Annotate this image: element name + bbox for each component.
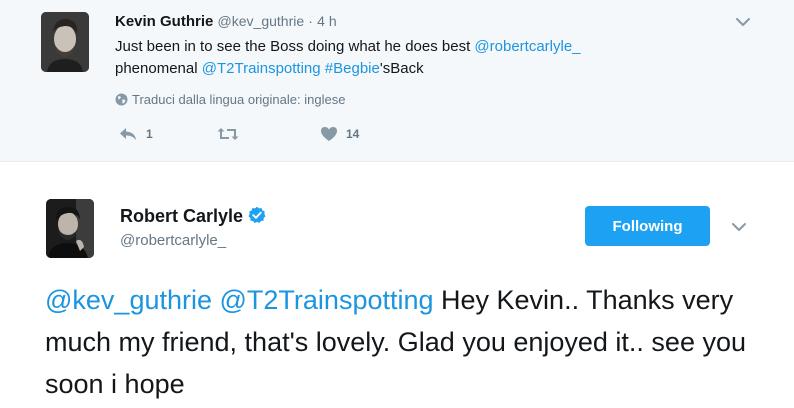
following-button[interactable]: Following	[585, 206, 710, 246]
author-name[interactable]: Robert Carlyle	[120, 206, 266, 229]
kevin-guthrie-avatar[interactable]	[41, 12, 89, 72]
heart-icon	[321, 127, 337, 141]
mention-link[interactable]: @T2Trainspotting	[202, 60, 321, 77]
chevron-down-icon[interactable]	[734, 15, 752, 29]
like-button[interactable]: 14	[320, 126, 359, 142]
separator-dot: ·	[308, 13, 313, 29]
like-count: 14	[346, 127, 360, 141]
main-tweet-text: @kev_guthrie @T2Trainspotting Hey Kevin.…	[45, 279, 785, 405]
mention-link[interactable]: @kev_guthrie	[45, 285, 212, 315]
mention-link[interactable]: @robertcarlyle_	[474, 38, 580, 55]
retweet-icon	[217, 128, 239, 140]
reply-button[interactable]: 1	[118, 126, 153, 142]
translate-label: Traduci dalla lingua originale: inglese	[132, 92, 346, 107]
hashtag-link[interactable]: #Begbie	[325, 60, 380, 77]
tweet-text-part: 'sBack	[379, 60, 424, 77]
parent-tweet-header: Kevin Guthrie @kev_guthrie · 4 h	[115, 13, 337, 30]
reply-icon	[120, 128, 136, 140]
author-name[interactable]: Kevin Guthrie	[115, 13, 213, 30]
reply-count: 1	[146, 127, 153, 141]
translate-link[interactable]: Traduci dalla lingua originale: inglese	[115, 92, 345, 109]
retweet-button[interactable]	[217, 126, 247, 142]
robert-carlyle-avatar[interactable]	[46, 199, 94, 258]
author-handle[interactable]: @robertcarlyle_	[120, 232, 226, 249]
verified-badge-icon	[248, 206, 266, 229]
author-handle[interactable]: @kev_guthrie	[218, 13, 305, 29]
chevron-down-icon[interactable]	[730, 220, 748, 234]
tweet-text-part: Just been in to see the Boss doing what …	[115, 38, 475, 55]
mention-link[interactable]: @T2Trainspotting	[220, 285, 434, 315]
tweet-text-part: phenomenal	[115, 60, 202, 77]
author-name-text: Robert Carlyle	[120, 206, 244, 226]
parent-tweet[interactable]: Kevin Guthrie @kev_guthrie · 4 h Just be…	[0, 0, 794, 162]
parent-tweet-text: Just been in to see the Boss doing what …	[115, 36, 675, 80]
globe-icon	[115, 93, 128, 109]
tweet-timestamp[interactable]: 4 h	[317, 13, 336, 29]
